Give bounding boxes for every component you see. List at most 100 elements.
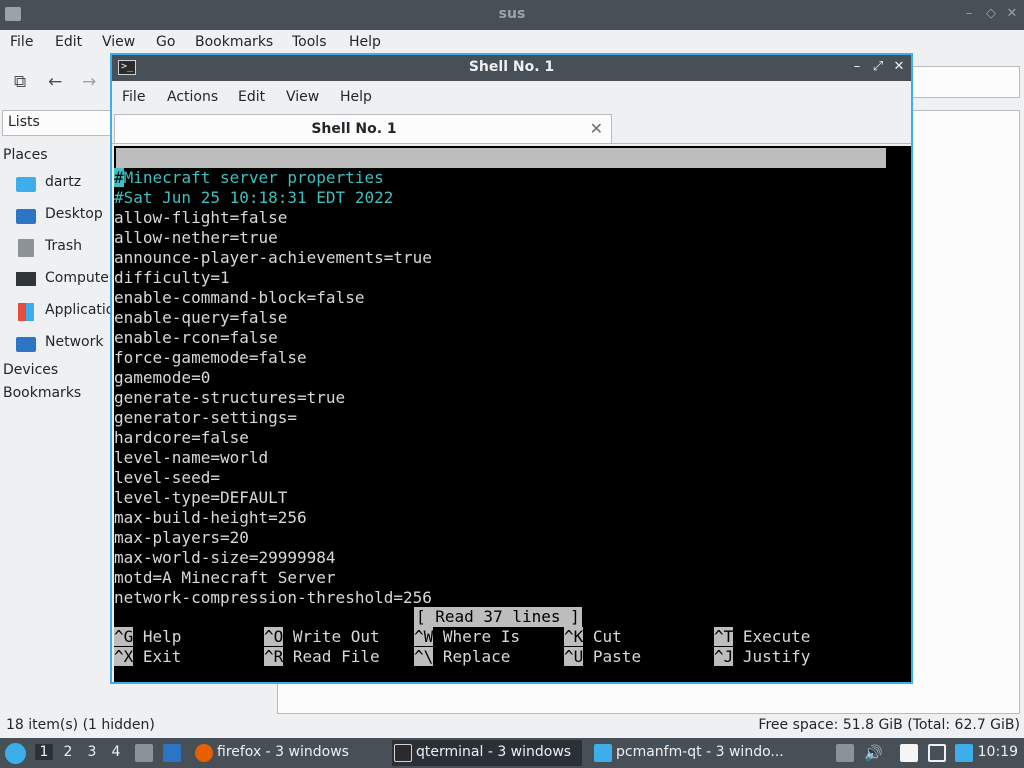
home-folder-icon (16, 177, 36, 192)
update-icon[interactable] (955, 744, 973, 762)
nano-title-bar: GNU nano 6.2 server.properties (116, 148, 886, 207)
text-line: enable-query=false (114, 308, 288, 327)
task-pcmanfm[interactable]: pcmanfm-qt - 3 windo... (592, 740, 792, 766)
terminal-screen[interactable]: GNU nano 6.2 server.properties #Minecraf… (114, 146, 911, 682)
menu-file[interactable]: File (122, 89, 145, 105)
shortcut-exit: ^X Exit (114, 647, 181, 667)
menu-bookmarks[interactable]: Bookmarks (195, 34, 273, 50)
shortcut-label: Exit (142, 647, 182, 666)
back-arrow-icon[interactable]: ← (48, 72, 62, 92)
file-manager-title: sus (498, 6, 526, 22)
menu-file[interactable]: File (10, 34, 33, 50)
shortcut-key: ^J (714, 647, 734, 666)
text-line: enable-rcon=false (114, 328, 278, 347)
new-window-icon[interactable]: ⧉ (14, 72, 26, 92)
text-line: generator-settings= (114, 408, 298, 427)
free-space-status: Free space: 51.8 GiB (Total: 62.7 GiB) (758, 717, 1020, 733)
close-icon[interactable]: ✕ (1003, 5, 1021, 23)
terminal-menubar: File Actions Edit View Help (112, 81, 911, 113)
text-line: enable-command-block=false (114, 288, 365, 307)
place-dartz[interactable]: dartz (16, 173, 116, 195)
shortcut-key: ^K (564, 627, 584, 646)
nano-status-message: [ Read 37 lines ] (414, 607, 582, 627)
place-label: Desktop (45, 206, 103, 222)
terminal-icon (394, 744, 412, 762)
file-manager-launcher-icon[interactable] (163, 744, 181, 762)
desktop-switch-2[interactable]: 2 (59, 744, 77, 760)
place-label: Computer (45, 270, 115, 286)
volume-icon[interactable]: 🔊 (864, 744, 883, 762)
menu-go[interactable]: Go (156, 34, 175, 50)
forward-arrow-icon[interactable]: → (82, 72, 96, 92)
task-label: pcmanfm-qt - 3 windo... (616, 744, 784, 760)
close-tab-icon[interactable]: ✕ (590, 119, 603, 138)
minimize-icon[interactable]: – (848, 58, 866, 76)
menu-actions[interactable]: Actions (167, 89, 218, 105)
file-manager-titlebar: sus – ◇ ✕ (0, 0, 1024, 30)
start-menu-icon[interactable] (5, 743, 26, 764)
task-qterminal[interactable]: qterminal - 3 windows (392, 740, 582, 766)
text-line: level-seed= (114, 468, 220, 487)
desktop-switch-4[interactable]: 4 (107, 744, 125, 760)
terminal-titlebar[interactable]: >_ Shell No. 1 – ⤢ ✕ (112, 55, 911, 81)
devices-heading[interactable]: Devices (3, 362, 58, 378)
menu-view[interactable]: View (286, 89, 319, 105)
text-line: max-world-size=29999984 (114, 548, 336, 567)
text-line: generate-structures=true (114, 388, 346, 407)
trash-icon (18, 239, 34, 257)
minimize-icon[interactable]: – (960, 5, 978, 23)
task-firefox[interactable]: firefox - 3 windows (193, 740, 383, 766)
menu-tools[interactable]: Tools (292, 34, 327, 50)
path-bar[interactable] (912, 66, 1020, 98)
desktop-switch-1[interactable]: 1 (35, 744, 53, 760)
bookmarks-heading[interactable]: Bookmarks (3, 385, 81, 401)
menu-help[interactable]: Help (340, 89, 372, 105)
text-line: announce-player-achievements=true (114, 248, 432, 267)
side-pane-selector[interactable]: Lists (2, 110, 112, 136)
shortcut-replace: ^\ Replace (414, 647, 510, 667)
menu-view[interactable]: View (102, 34, 135, 50)
place-trash[interactable]: Trash (16, 237, 116, 259)
places-heading[interactable]: Places (3, 147, 48, 163)
menu-edit[interactable]: Edit (55, 34, 82, 50)
shortcut-key: ^O (264, 627, 284, 646)
show-desktop-icon[interactable] (135, 744, 153, 762)
shortcut-label: Write Out (292, 627, 380, 646)
place-applications[interactable]: Applications (16, 301, 131, 323)
shortcut-key: ^W (414, 627, 434, 646)
network-icon[interactable] (928, 744, 946, 762)
text-line: level-type=DEFAULT (114, 488, 288, 507)
shortcut-key: ^\ (414, 647, 434, 666)
menu-edit[interactable]: Edit (238, 89, 265, 105)
shortcut-execute: ^T Execute (714, 627, 810, 647)
clock[interactable]: 10:19 (978, 744, 1018, 760)
eject-icon[interactable] (836, 744, 854, 762)
place-network[interactable]: Network (16, 333, 116, 355)
tab-divider (112, 143, 911, 144)
shortcut-key: ^X (114, 647, 134, 666)
tab-shell-1[interactable]: Shell No. 1 ✕ (114, 114, 612, 144)
folder-icon (594, 744, 612, 762)
task-label: qterminal - 3 windows (416, 744, 572, 760)
clipboard-icon[interactable] (900, 744, 918, 762)
item-count-status: 18 item(s) (1 hidden) (6, 717, 155, 733)
text-line: level-name=world (114, 448, 269, 467)
shortcut-help: ^G Help (114, 627, 181, 647)
shortcut-label: Read File (292, 647, 380, 666)
place-desktop[interactable]: Desktop (16, 205, 116, 227)
shortcut-read-file: ^R Read File (264, 647, 380, 667)
place-label: Trash (45, 238, 82, 254)
maximize-icon[interactable]: ◇ (982, 5, 1000, 23)
task-label: firefox - 3 windows (217, 744, 349, 760)
shortcut-label: Execute (742, 627, 811, 646)
menu-help[interactable]: Help (349, 34, 381, 50)
close-icon[interactable]: ✕ (890, 58, 908, 76)
desktop-switch-3[interactable]: 3 (83, 744, 101, 760)
shortcut-label: Replace (442, 647, 511, 666)
text-line: gamemode=0 (114, 368, 211, 387)
maximize-icon[interactable]: ⤢ (869, 58, 887, 76)
shortcut-cut: ^K Cut (564, 627, 622, 647)
computer-icon (16, 272, 36, 286)
place-computer[interactable]: Computer (16, 269, 116, 291)
shortcut-label: Justify (742, 647, 811, 666)
